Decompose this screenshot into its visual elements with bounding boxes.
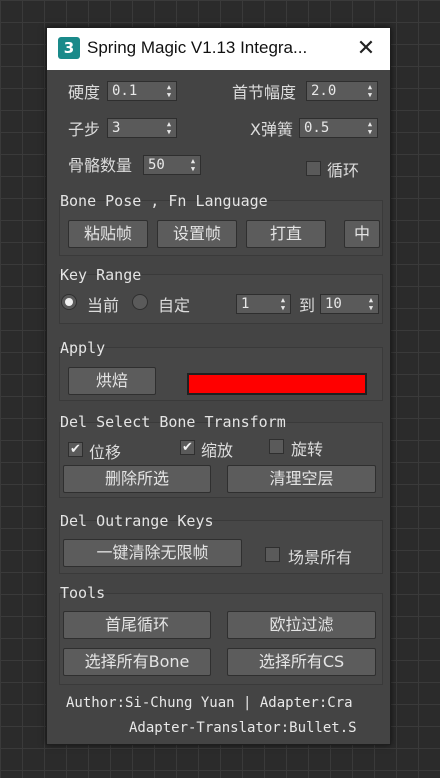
spinner-arrows-icon[interactable]: ▲ ▼ [279,296,287,312]
delete-selected-button[interactable]: 删除所选 [63,465,211,493]
check-icon: ✔ [182,440,193,455]
straighten-button[interactable]: 打直 [246,220,326,248]
bone-count-label: 骨骼数量 [68,156,133,175]
custom-label: 自定 [158,296,191,315]
scale-checkbox[interactable]: ✔ [180,440,195,455]
spring-magic-window: 3 Spring Magic V1.13 Integra... ✕ 硬度 0.1… [46,27,391,745]
range-to-spinner[interactable]: 10 ▲ ▼ [320,294,379,314]
bone-pose-title: Bone Pose , Fn Language [60,192,268,210]
loop-ends-button[interactable]: 首尾循环 [63,611,211,639]
substep-spinner[interactable]: 3 ▲ ▼ [107,118,177,138]
hardness-spinner[interactable]: 0.1 ▲ ▼ [107,81,177,101]
radio-selected-dot [65,298,73,306]
loop-checkbox[interactable] [306,161,321,176]
spinner-arrows-icon[interactable]: ▲ ▼ [367,296,375,312]
set-frame-button[interactable]: 设置帧 [157,220,237,248]
current-label: 当前 [87,296,120,315]
author-credit: Author:Si-Chung Yuan | Adapter:Cra [66,695,353,711]
3dsmax-app-icon: 3 [58,37,80,59]
move-checkbox[interactable]: ✔ [68,442,83,457]
rotate-checkbox[interactable] [269,439,284,454]
first-amplitude-label: 首节幅度 [232,83,297,102]
bone-count-value: 50 [148,157,165,173]
x-spring-label: X弹簧 [250,120,293,139]
del-select-title: Del Select Bone Transform [60,413,286,431]
range-from-value: 1 [241,296,250,312]
apply-title: Apply [60,339,106,357]
color-swatch[interactable] [187,373,367,395]
check-icon: ✔ [70,442,81,457]
key-range-title: Key Range [60,266,142,284]
scene-all-checkbox[interactable] [265,547,280,562]
move-label: 位移 [89,443,122,462]
select-all-bone-button[interactable]: 选择所有Bone [63,648,211,676]
x-spring-spinner[interactable]: 0.5 ▲ ▼ [299,118,378,138]
hardness-label: 硬度 [68,83,101,102]
clear-infinite-frames-button[interactable]: 一键清除无限帧 [63,539,242,567]
substep-label: 子步 [68,120,101,139]
to-label: 到 [299,296,316,315]
euler-filter-button[interactable]: 欧拉过滤 [227,611,376,639]
window-title: Spring Magic V1.13 Integra... [87,38,308,57]
range-from-spinner[interactable]: 1 ▲ ▼ [236,294,291,314]
paste-frame-button[interactable]: 粘贴帧 [68,220,148,248]
substep-value: 3 [112,120,121,136]
rotate-label: 旋转 [291,440,324,459]
scene-all-label: 场景所有 [288,548,353,567]
del-outrange-title: Del Outrange Keys [60,512,214,530]
clean-empty-layers-button[interactable]: 清理空层 [227,465,376,493]
custom-radio[interactable] [132,294,148,310]
spinner-arrows-icon[interactable]: ▲ ▼ [165,120,173,136]
spinner-arrows-icon[interactable]: ▲ ▼ [165,83,173,99]
bake-button[interactable]: 烘焙 [68,367,156,395]
hardness-value: 0.1 [112,83,138,99]
loop-label: 循环 [327,161,360,180]
scale-label: 缩放 [201,441,234,460]
title-bar[interactable]: 3 Spring Magic V1.13 Integra... ✕ [47,28,390,70]
x-spring-value: 0.5 [304,120,330,136]
spinner-arrows-icon[interactable]: ▲ ▼ [189,157,197,173]
close-button[interactable]: ✕ [352,36,380,62]
language-button[interactable]: 中 [344,220,380,248]
tools-title: Tools [60,584,106,602]
range-to-value: 10 [325,296,342,312]
spinner-arrows-icon[interactable]: ▲ ▼ [366,120,374,136]
current-radio[interactable] [61,294,77,310]
translator-credit: Adapter-Translator:Bullet.S [129,720,357,736]
bone-count-spinner[interactable]: 50 ▲ ▼ [143,155,201,175]
select-all-cs-button[interactable]: 选择所有CS [227,648,376,676]
first-amplitude-value: 2.0 [311,83,337,99]
first-amplitude-spinner[interactable]: 2.0 ▲ ▼ [306,81,378,101]
spinner-arrows-icon[interactable]: ▲ ▼ [366,83,374,99]
